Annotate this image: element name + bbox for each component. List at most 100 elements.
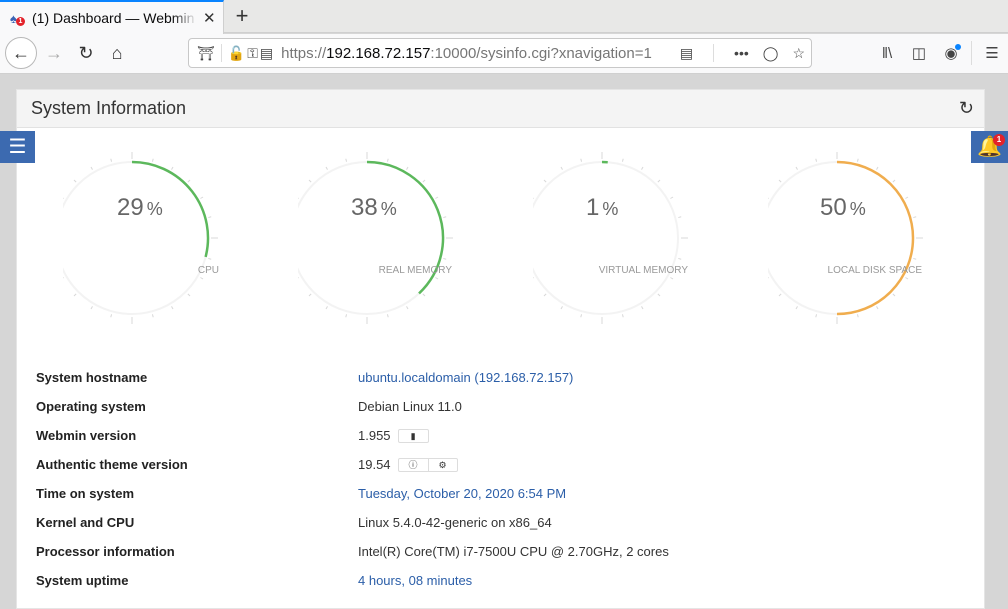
gauge-tick [74,180,76,182]
gauge-tick [893,180,895,182]
pocket-icon[interactable]: ◯ [763,45,779,62]
gauge-tick [670,278,673,280]
gauge-tick [435,278,438,280]
back-button[interactable]: ← [5,37,37,69]
gauge-tick [796,306,798,309]
tab-title: (1) Dashboard — Webmin 1.955 [32,10,197,26]
gauge-tick [407,306,409,309]
info-key: Webmin version [36,428,136,443]
gauge-virtual-memory: 1% VIRTUAL MEMORY [533,150,733,330]
gauge-tick [152,159,153,162]
more-icon[interactable]: ••• [734,45,749,61]
gauge-local-disk-space: 50% LOCAL DISK SPACE [768,150,968,330]
key-icon[interactable]: ⚿ [247,45,258,62]
home-button[interactable]: ⌂ [102,38,132,68]
gauge-tick [544,180,546,182]
gauge-value: 50% [820,194,866,222]
gauge-tick [779,180,781,182]
gauge-tick [91,167,93,170]
info-row-kernel: Kernel and CPU Linux 5.4.0-42-generic on… [36,511,976,540]
gauge-tick [544,294,546,296]
gauge-tick [581,159,582,162]
library-icon[interactable]: ‖\ [871,45,903,62]
tab-dashboard[interactable]: ♠ 1 (1) Dashboard — Webmin 1.955 ✕ [0,0,224,34]
reader-view-icon[interactable]: ▤ [680,45,693,62]
hostname-link[interactable]: ubuntu.localdomain (192.168.72.157) [358,370,573,385]
back-icon: ← [12,43,30,64]
info-value: 19.54 ⓘ⚙ [358,457,458,472]
gauge-label: LOCAL DISK SPACE [762,265,922,276]
info-icon[interactable]: ⓘ [399,459,428,471]
gauge-tick [63,197,64,199]
gauge-tick [658,180,660,182]
url-text[interactable]: https://192.168.72.157:10000/sysinfo.cgi… [281,45,652,62]
gauge-tick [816,159,817,162]
info-key: Kernel and CPU [36,515,134,530]
sidebar-icon[interactable]: ◫ [903,44,935,62]
gauge-tick [905,278,908,280]
tab-bar: ♠ 1 (1) Dashboard — Webmin 1.955 ✕ + [0,0,1008,33]
info-row-time: Time on system Tuesday, October 20, 2020… [36,482,976,511]
gauge-tick [796,167,798,170]
gauge-tick [346,159,347,162]
menu-icon[interactable]: ☰ [976,44,1008,62]
gauge-label: REAL MEMORY [292,265,452,276]
uptime-link[interactable]: 4 hours, 08 minutes [358,573,472,588]
info-value: 1.955 ▮ [358,428,429,443]
gauge-tick [768,278,769,280]
toolbar-separator [971,41,972,65]
gauge-cpu: 29% CPU [63,150,263,330]
changelog-book-icon[interactable]: ▮ [399,430,428,442]
gauge-tick [91,306,93,309]
gauge-tick [913,258,916,259]
reload-button[interactable]: ↻ [71,38,101,68]
gauge-value: 29% [117,194,163,222]
gauge-tick [678,217,681,218]
url-host: 192.168.72.157 [326,45,430,62]
gauge-tick [658,294,660,296]
gauge-tick [298,197,299,199]
new-tab-button[interactable]: + [230,3,254,29]
shield-icon[interactable]: ⛩ [197,45,215,62]
close-tab-icon[interactable]: ✕ [203,9,216,27]
gauge-tick [533,197,534,199]
gauge-tick [208,258,211,259]
info-key: Operating system [36,399,146,414]
info-key: Processor information [36,544,175,559]
gauge-tick [581,314,582,317]
gauge-svg [298,150,498,330]
gauge-tick [443,258,446,259]
gauge-tick [111,159,112,162]
gauge-real-memory: 38% REAL MEMORY [298,150,498,330]
insecure-lock-icon[interactable]: 🔓 [228,45,245,62]
gauge-value: 1% [586,194,618,222]
forward-button[interactable]: → [39,38,69,68]
url-bar[interactable]: ⛩ 🔓 ⚿ ▤ https://192.168.72.157:10000/sys… [188,38,812,68]
info-key: Time on system [36,486,134,501]
theme-version-value: 19.54 [358,457,391,472]
gauge-tick [74,294,76,296]
gauge-tick [857,314,858,317]
gauge-tick [877,306,879,309]
bookmark-star-icon[interactable]: ☆ [792,45,805,62]
gauge-tick [326,306,328,309]
gauge-tick [670,197,673,199]
gauge-tick [63,278,64,280]
cogs-icon[interactable]: ⚙ [428,459,457,471]
refresh-icon[interactable]: ↻ [959,98,974,119]
url-separator [221,44,222,62]
gauge-tick [387,314,388,317]
gauge-tick [208,217,211,218]
gauge-tick [387,159,388,162]
info-value: Intel(R) Core(TM) i7-7500U CPU @ 2.70GHz… [358,544,669,559]
message-icon[interactable]: ▤ [260,45,273,62]
time-link[interactable]: Tuesday, October 20, 2020 6:54 PM [358,486,566,501]
gauge-tick [779,294,781,296]
gauge-tick [188,294,190,296]
gauge-track [533,162,678,314]
account-icon[interactable]: ◉ [935,44,967,62]
gauge-tick [622,314,623,317]
webmin-version-value: 1.955 [358,428,391,443]
gauge-tick [622,159,623,162]
gauge-tick [857,159,858,162]
